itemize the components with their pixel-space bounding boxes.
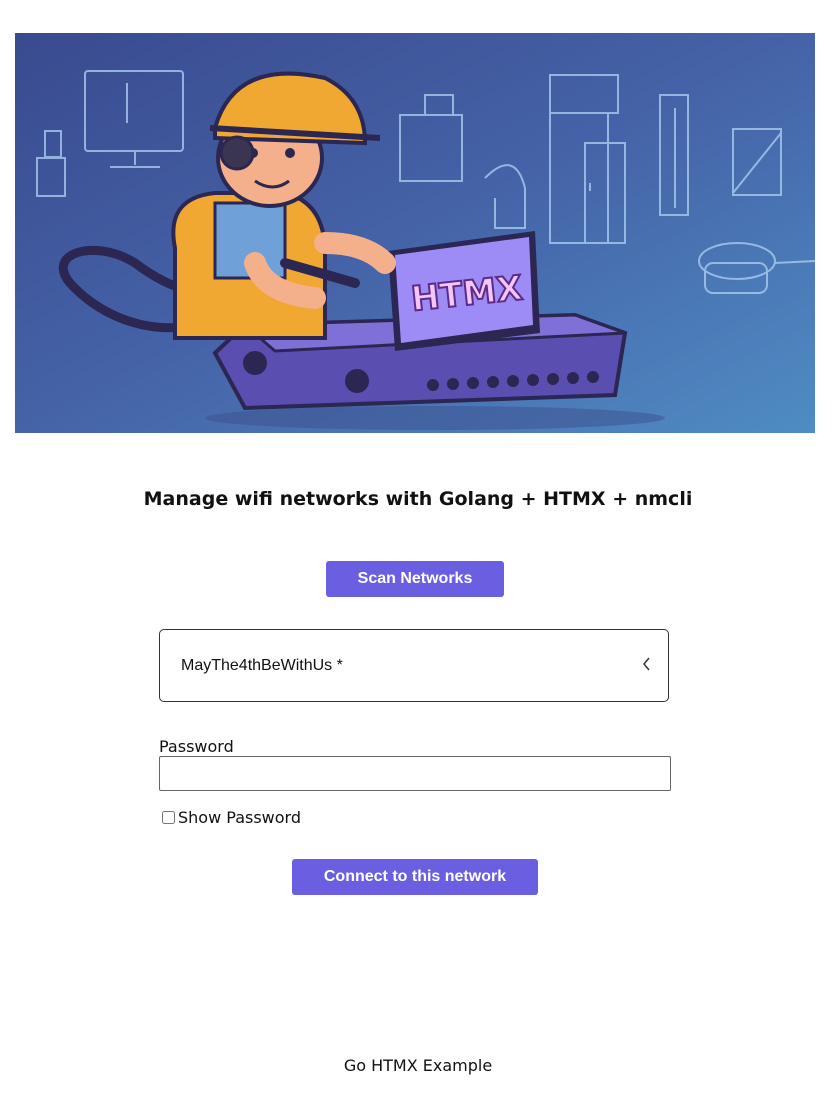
password-input[interactable]	[159, 756, 671, 791]
connect-button[interactable]: Connect to this network	[292, 859, 538, 895]
scan-networks-button[interactable]: Scan Networks	[326, 561, 504, 597]
password-label: Password	[159, 737, 234, 756]
selected-network: MayThe4thBeWithUs *	[181, 656, 343, 674]
show-password-row: Show Password	[162, 808, 301, 827]
chevron-left-icon	[640, 654, 654, 674]
page-title: Manage wifi networks with Golang + HTMX …	[143, 488, 693, 510]
hero-illustration: HTMX	[15, 33, 815, 433]
network-select[interactable]: MayThe4thBeWithUs *	[159, 629, 669, 702]
footer-text: Go HTMX Example	[343, 1056, 493, 1075]
show-password-label: Show Password	[178, 808, 301, 827]
show-password-checkbox[interactable]	[162, 811, 175, 824]
